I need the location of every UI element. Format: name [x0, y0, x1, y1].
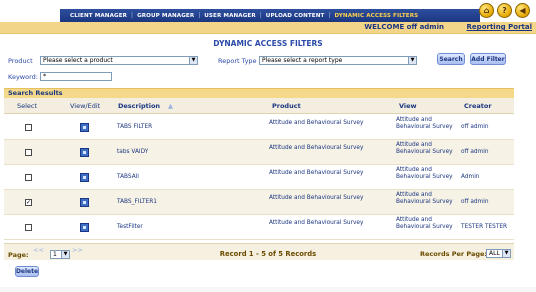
row-view: Attitude and Behavioural Survey [396, 192, 453, 205]
row-select-checkbox[interactable] [25, 124, 32, 131]
row-creator: off admin [461, 199, 489, 205]
row-product: Attitude and Behavioural Survey [269, 120, 364, 126]
nav-group-manager[interactable]: GROUP MANAGER [133, 13, 198, 19]
column-view[interactable]: View [399, 102, 417, 110]
row-view: Attitude and Behavioural Survey [396, 117, 453, 130]
row-creator: off admin [461, 124, 489, 130]
help-icon[interactable]: ? [497, 3, 512, 18]
search-button[interactable]: Search [437, 53, 465, 65]
view-edit-icon[interactable] [80, 148, 89, 157]
row-view: Attitude and Behavioural Survey [396, 142, 453, 155]
nav-dynamic-access-filters[interactable]: DYNAMIC ACCESS FILTERS [330, 13, 422, 19]
row-select-checkbox[interactable] [25, 174, 32, 181]
row-select-checkbox[interactable] [25, 149, 32, 156]
column-description[interactable]: Description [118, 102, 160, 110]
column-product[interactable]: Product [272, 102, 301, 110]
row-select-checkbox[interactable]: ✓ [25, 199, 32, 206]
row-creator: Admin [461, 174, 480, 180]
records-per-page-select[interactable]: ALL ▼ [486, 249, 511, 258]
chevron-down-icon: ▼ [502, 250, 510, 257]
row-description[interactable]: TABS FILTER [117, 124, 152, 131]
report-type-label: Report Type [218, 57, 257, 65]
welcome-text: WELCOME off admin [364, 23, 444, 31]
records-per-page-label: Records Per Page: [420, 250, 487, 258]
keyword-input[interactable]: * [40, 72, 112, 81]
report-type-select[interactable]: Please select a report type ▼ [259, 56, 417, 65]
row-product: Attitude and Behavioural Survey [269, 195, 364, 201]
product-label: Product [8, 57, 33, 65]
keyword-label: Keyword: [8, 73, 38, 81]
search-results-title: Search Results [8, 89, 63, 97]
table-header: Select View/Edit Description ▲ Product V… [4, 98, 514, 114]
table-row: TABS FILTER Attitude and Behavioural Sur… [4, 115, 514, 140]
row-description[interactable]: tabs VAIDY [117, 149, 148, 156]
table-row: ✓ TABS_FILTER1 Attitude and Behavioural … [4, 190, 514, 215]
report-type-select-value: Please select a report type [262, 57, 343, 64]
top-bar: CLIENT MANAGER | GROUP MANAGER | USER MA… [0, 0, 536, 22]
view-edit-icon[interactable] [80, 123, 89, 132]
product-select-value: Please select a product [43, 57, 113, 64]
row-description[interactable]: TestFilter [117, 224, 143, 231]
add-filter-button[interactable]: Add Filter [470, 53, 506, 65]
row-creator: off admin [461, 149, 489, 155]
row-product: Attitude and Behavioural Survey [269, 170, 364, 176]
sort-icon: ▲ [168, 102, 173, 110]
top-icons: ⌂ ? ◀ [479, 3, 530, 18]
main-nav: CLIENT MANAGER | GROUP MANAGER | USER MA… [60, 9, 480, 22]
view-edit-icon[interactable] [80, 173, 89, 182]
welcome-bar: WELCOME off admin Reporting Portal [0, 22, 536, 34]
row-select-checkbox[interactable] [25, 224, 32, 231]
table-row: TestFilter Attitude and Behavioural Surv… [4, 215, 514, 240]
reporting-portal-link[interactable]: Reporting Portal [467, 23, 532, 31]
table-row: tabs VAIDY Attitude and Behavioural Surv… [4, 140, 514, 165]
search-results-header: Search Results [4, 88, 514, 98]
column-select: Select [17, 102, 38, 110]
view-edit-icon[interactable] [80, 223, 89, 232]
page-title: DYNAMIC ACCESS FILTERS [213, 39, 323, 48]
product-select[interactable]: Please select a product ▼ [40, 56, 198, 65]
row-description[interactable]: TABSAll [117, 174, 139, 181]
table-row: TABSAll Attitude and Behavioural Survey … [4, 165, 514, 190]
nav-upload-content[interactable]: UPLOAD CONTENT [262, 13, 329, 19]
chevron-down-icon: ▼ [189, 57, 197, 64]
row-view: Attitude and Behavioural Survey [396, 167, 453, 180]
home-icon[interactable]: ⌂ [479, 3, 494, 18]
row-view: Attitude and Behavioural Survey [396, 217, 453, 230]
delete-button[interactable]: Delete [15, 266, 39, 277]
nav-client-manager[interactable]: CLIENT MANAGER [66, 13, 131, 19]
row-description[interactable]: TABS_FILTER1 [117, 199, 157, 206]
view-edit-icon[interactable] [80, 198, 89, 207]
column-creator[interactable]: Creator [464, 102, 492, 110]
row-product: Attitude and Behavioural Survey [269, 145, 364, 151]
row-creator: TESTER TESTER [461, 224, 508, 230]
back-icon[interactable]: ◀ [515, 3, 530, 18]
nav-user-manager[interactable]: USER MANAGER [200, 13, 259, 19]
footer-strip [0, 287, 536, 292]
row-product: Attitude and Behavioural Survey [269, 220, 364, 226]
records-per-page-value: ALL [489, 250, 500, 257]
column-view-edit: View/Edit [70, 102, 101, 110]
chevron-down-icon: ▼ [408, 57, 416, 64]
